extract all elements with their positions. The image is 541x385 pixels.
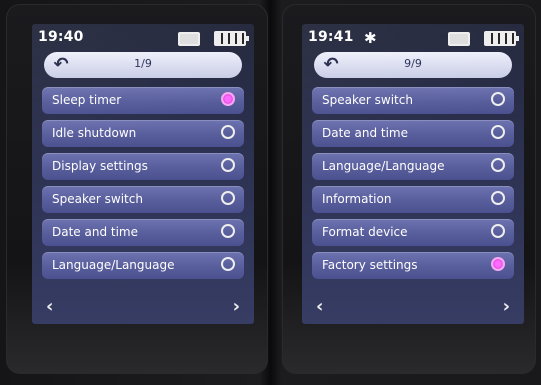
menu-item-label: Speaker switch — [322, 93, 413, 107]
radio-icon[interactable] — [221, 257, 235, 271]
menu-item-information[interactable]: Information — [312, 186, 514, 213]
menu-item-factory-settings[interactable]: Factory settings — [312, 252, 514, 279]
radio-icon[interactable] — [491, 224, 505, 238]
menu-item-label: Speaker switch — [52, 192, 143, 206]
menu-item-idle-shutdown[interactable]: Idle shutdown — [42, 120, 244, 147]
menu-item-label: Display settings — [52, 159, 148, 173]
page-nav: ‹ › — [316, 296, 510, 317]
menu-header: ↶ 9/9 — [314, 52, 512, 78]
menu-item-language[interactable]: Language/Language — [312, 153, 514, 180]
page-nav: ‹ › — [46, 296, 240, 317]
menu-item-label: Factory settings — [322, 258, 418, 272]
menu-item-label: Date and time — [52, 225, 138, 239]
menu-item-label: Format device — [322, 225, 408, 239]
sd-card-icon — [178, 32, 200, 46]
menu-item-date-and-time[interactable]: Date and time — [42, 219, 244, 246]
clock: 19:41 — [308, 29, 354, 45]
radio-icon[interactable] — [221, 191, 235, 205]
device-right: 19:41 ✱ ↶ 9/9 Speaker switch Date and ti… — [282, 4, 536, 374]
menu-header: ↶ 1/9 — [44, 52, 242, 78]
prev-page-chevron-icon[interactable]: ‹ — [46, 296, 53, 317]
clock: 19:40 — [38, 29, 84, 45]
menu-item-label: Sleep timer — [52, 93, 122, 107]
bluetooth-icon: ✱ — [364, 29, 377, 47]
menu-item-label: Date and time — [322, 126, 408, 140]
screen-right: 19:41 ✱ ↶ 9/9 Speaker switch Date and ti… — [302, 24, 524, 324]
prev-page-chevron-icon[interactable]: ‹ — [316, 296, 323, 317]
menu-item-speaker-switch[interactable]: Speaker switch — [312, 87, 514, 114]
menu-item-language[interactable]: Language/Language — [42, 252, 244, 279]
radio-selected-icon[interactable] — [491, 257, 505, 271]
menu-item-display-settings[interactable]: Display settings — [42, 153, 244, 180]
menu-item-label: Language/Language — [52, 258, 175, 272]
next-page-chevron-icon[interactable]: › — [233, 296, 240, 317]
status-bar: 19:41 ✱ — [308, 28, 519, 48]
settings-menu: Speaker switch Date and time Language/La… — [312, 87, 514, 285]
battery-full-icon — [214, 31, 249, 46]
radio-icon[interactable] — [491, 191, 505, 205]
screen-left: 19:40 ↶ 1/9 Sleep timer Idle shutdown Di… — [32, 24, 254, 324]
radio-selected-icon[interactable] — [221, 92, 235, 106]
radio-icon[interactable] — [221, 224, 235, 238]
menu-item-label: Idle shutdown — [52, 126, 137, 140]
menu-item-format-device[interactable]: Format device — [312, 219, 514, 246]
status-bar: 19:40 — [38, 28, 249, 48]
page-indicator: 1/9 — [134, 57, 152, 70]
sd-card-icon — [448, 32, 470, 46]
page-indicator: 9/9 — [404, 57, 422, 70]
radio-icon[interactable] — [221, 158, 235, 172]
battery-full-icon — [484, 31, 519, 46]
next-page-chevron-icon[interactable]: › — [503, 296, 510, 317]
radio-icon[interactable] — [491, 158, 505, 172]
device-left: 19:40 ↶ 1/9 Sleep timer Idle shutdown Di… — [6, 4, 268, 374]
radio-icon[interactable] — [221, 125, 235, 139]
menu-item-sleep-timer[interactable]: Sleep timer — [42, 87, 244, 114]
menu-item-label: Language/Language — [322, 159, 445, 173]
settings-menu: Sleep timer Idle shutdown Display settin… — [42, 87, 244, 285]
menu-item-speaker-switch[interactable]: Speaker switch — [42, 186, 244, 213]
menu-item-date-and-time[interactable]: Date and time — [312, 120, 514, 147]
radio-icon[interactable] — [491, 125, 505, 139]
menu-item-label: Information — [322, 192, 392, 206]
radio-icon[interactable] — [491, 92, 505, 106]
